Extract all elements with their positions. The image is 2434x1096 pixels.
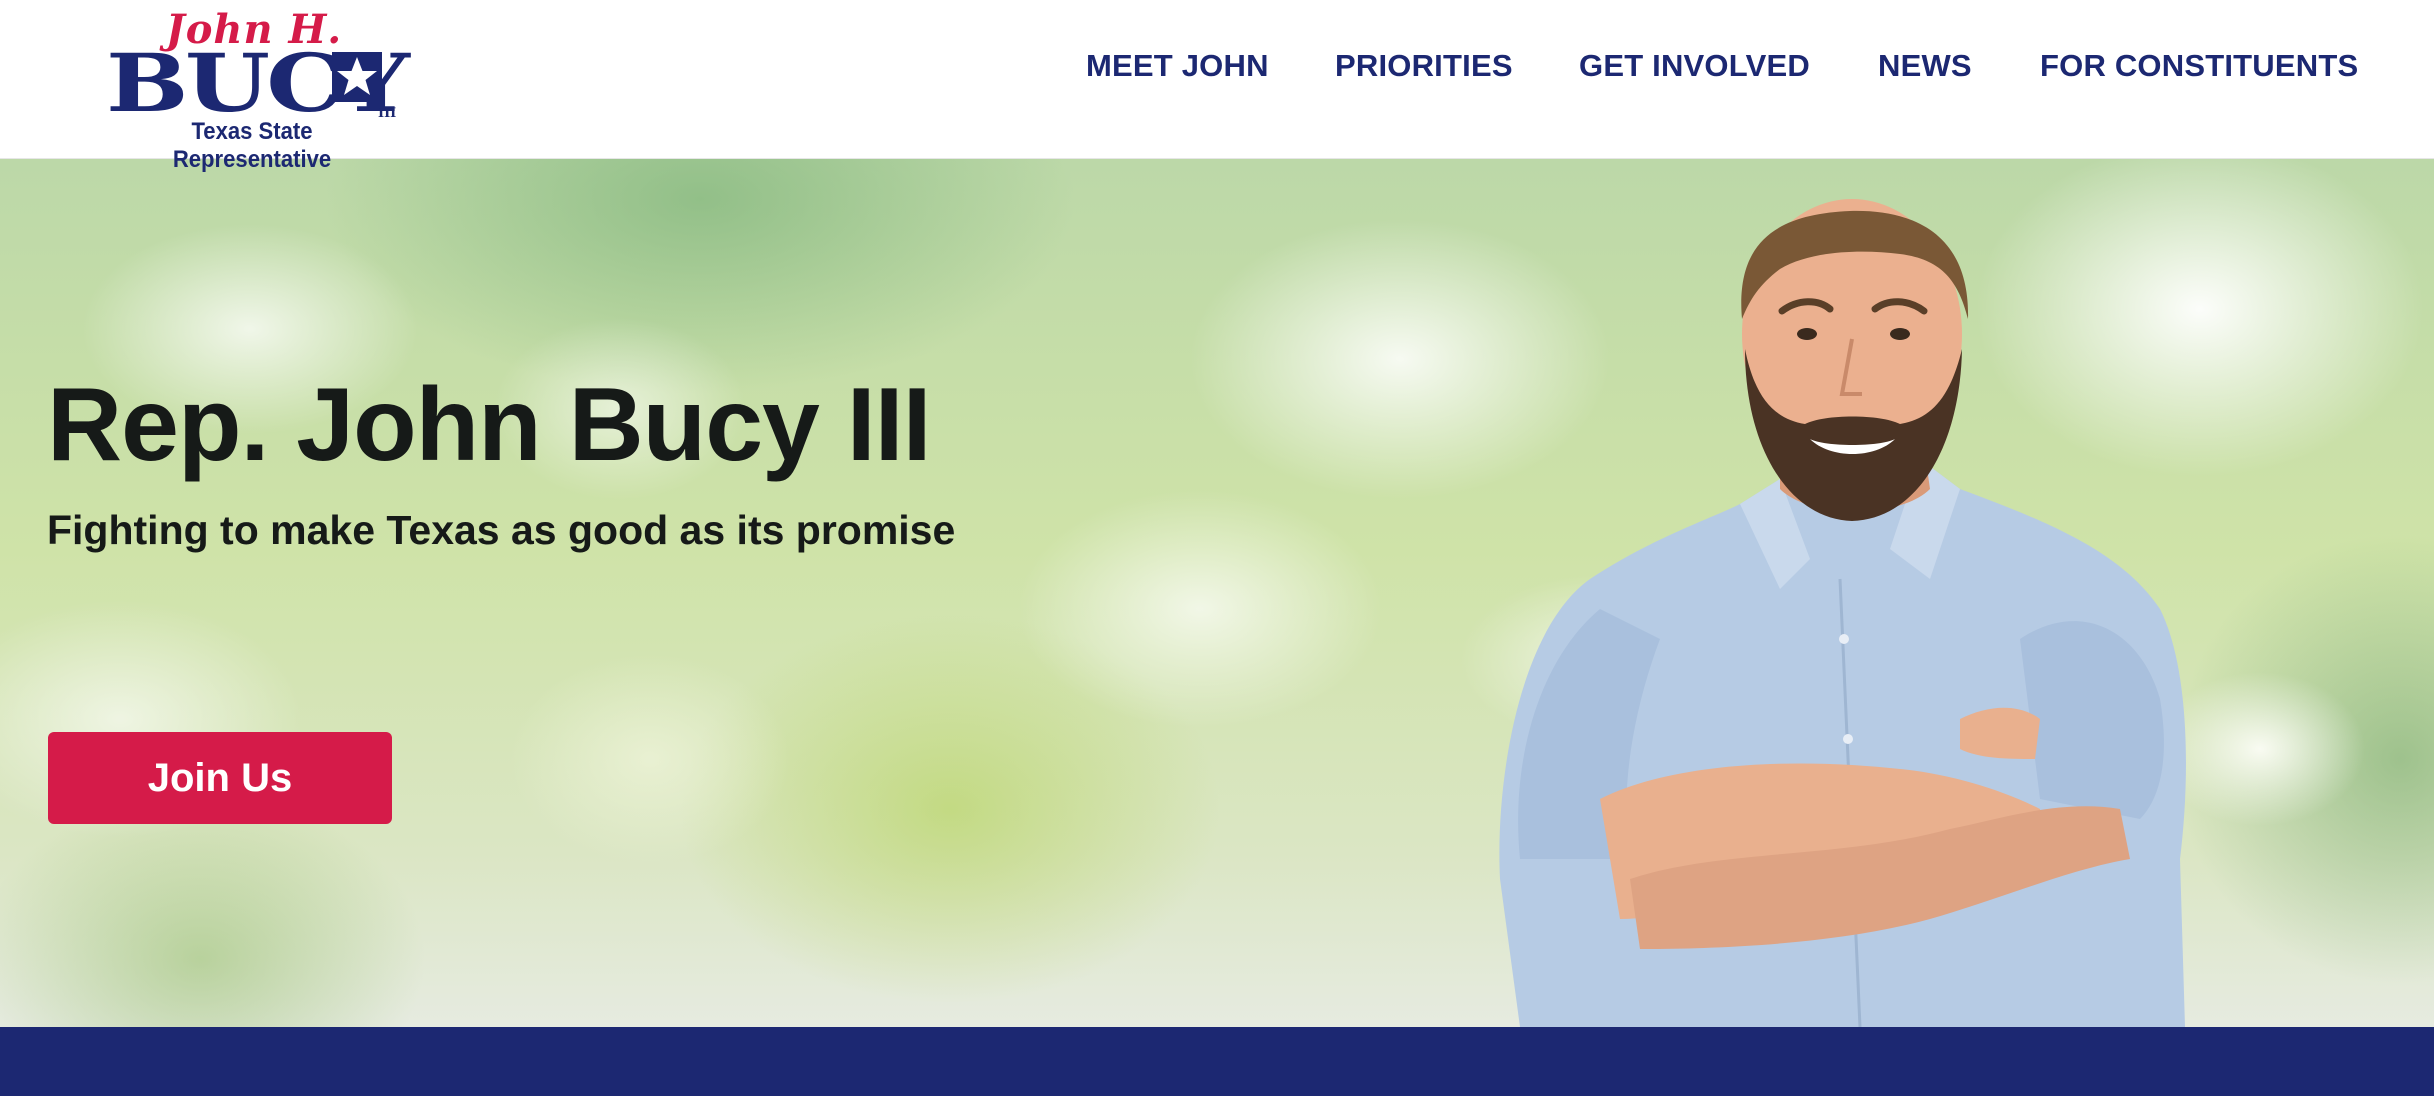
portrait-photo [1499, 199, 2186, 1027]
star-icon [332, 52, 382, 102]
hero-title: Rep. John Bucy III [47, 367, 931, 483]
site-header: John H. BUCY III Texas State Representat… [0, 0, 2434, 173]
hero-subtitle: Fighting to make Texas as good as its pr… [47, 507, 956, 553]
join-us-button[interactable]: Join Us [48, 732, 392, 824]
nav-news[interactable]: NEWS [1878, 46, 1972, 86]
nav-meet-john[interactable]: MEET JOHN [1086, 46, 1269, 86]
nav-priorities[interactable]: PRIORITIES [1335, 46, 1513, 86]
logo-tagline: Texas State Representative [172, 118, 332, 173]
site-logo[interactable]: John H. BUCY III Texas State Representat… [106, 6, 410, 173]
nav-get-involved[interactable]: GET INVOLVED [1579, 46, 1810, 86]
logo-surname-block: BUCY III [106, 43, 410, 123]
hero-section: Rep. John Bucy III Fighting to make Texa… [0, 159, 2434, 1027]
navy-footer-band [0, 1027, 2434, 1096]
nav-for-constituents[interactable]: FOR CONSTITUENTS [2040, 46, 2358, 86]
